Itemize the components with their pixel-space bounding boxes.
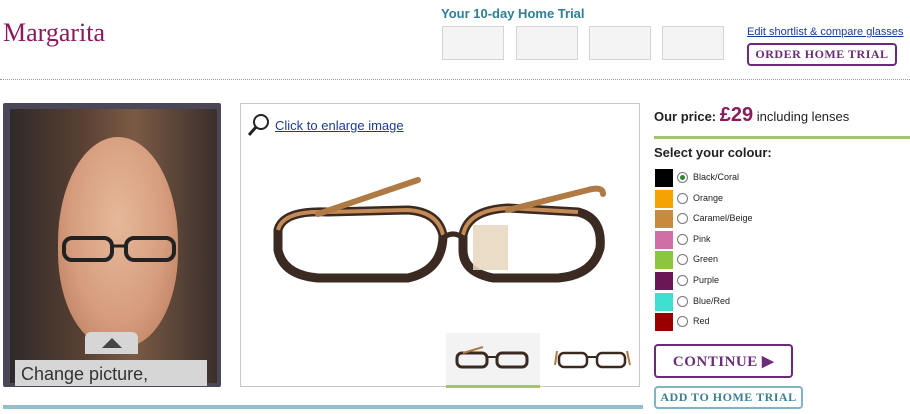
colour-label[interactable]: Purple (693, 275, 719, 285)
colour-radio[interactable] (677, 296, 688, 307)
header-divider (0, 79, 910, 80)
glasses-thumbnail-icon (455, 346, 529, 369)
colour-radio[interactable] (677, 213, 688, 224)
colour-swatch (655, 272, 673, 290)
thumbnail-front-view[interactable] (446, 333, 540, 388)
price-label: Our price: (654, 109, 717, 124)
edit-shortlist-link[interactable]: Edit shortlist & compare glasses (747, 26, 904, 38)
colour-swatch (655, 210, 673, 228)
colour-label[interactable]: Green (693, 254, 718, 264)
colour-swatch (655, 231, 673, 249)
colour-radio[interactable] (677, 316, 688, 327)
colour-radio[interactable] (677, 254, 688, 265)
colour-label[interactable]: Blue/Red (693, 296, 730, 306)
triangle-up-icon (101, 338, 122, 348)
home-trial-slot-2[interactable] (516, 26, 578, 60)
colour-swatch (655, 169, 673, 187)
price-suffix: including lenses (756, 109, 850, 124)
order-home-trial-button[interactable]: ORDER HOME TRIAL (747, 43, 897, 66)
colour-swatch (655, 190, 673, 208)
colour-label[interactable]: Pink (693, 234, 711, 244)
home-trial-slot-4[interactable] (662, 26, 724, 60)
home-trial-slot-3[interactable] (589, 26, 651, 60)
glasses-thumbnail-icon (554, 350, 631, 369)
change-picture-button[interactable]: Change picture, (15, 360, 207, 386)
price-divider (654, 136, 910, 139)
add-to-home-trial-button[interactable]: ADD TO HOME TRIAL (654, 386, 803, 409)
colour-label[interactable]: Black/Coral (693, 172, 739, 182)
colour-radio[interactable] (677, 193, 688, 204)
colour-label[interactable]: Caramel/Beige (693, 213, 753, 223)
enlarge-image-link[interactable]: Click to enlarge image (275, 118, 404, 133)
home-trial-title: Your 10-day Home Trial (441, 6, 585, 21)
home-trial-slot-1[interactable] (442, 26, 504, 60)
magnifier-icon[interactable] (247, 113, 271, 137)
thumbnail-side-view[interactable] (546, 333, 640, 385)
tryon-glasses-icon (62, 236, 176, 262)
colour-label[interactable]: Orange (693, 193, 723, 203)
colour-heading: Select your colour: (654, 145, 772, 160)
colour-swatch (655, 251, 673, 269)
colour-radio[interactable] (677, 172, 688, 183)
expand-photo-button[interactable] (85, 332, 138, 354)
content-divider (3, 405, 643, 409)
colour-label[interactable]: Red (693, 316, 710, 326)
colour-swatch (655, 313, 673, 331)
product-glasses-image[interactable] (258, 160, 618, 320)
colour-radio[interactable] (677, 234, 688, 245)
colour-radio[interactable] (677, 275, 688, 286)
colour-swatch (655, 293, 673, 311)
price-amount: £29 (719, 104, 754, 126)
product-title: Margarita (3, 18, 106, 47)
continue-button[interactable]: CONTINUE ▶ (654, 344, 793, 378)
price-line: Our price: £29 including lenses (654, 104, 849, 127)
